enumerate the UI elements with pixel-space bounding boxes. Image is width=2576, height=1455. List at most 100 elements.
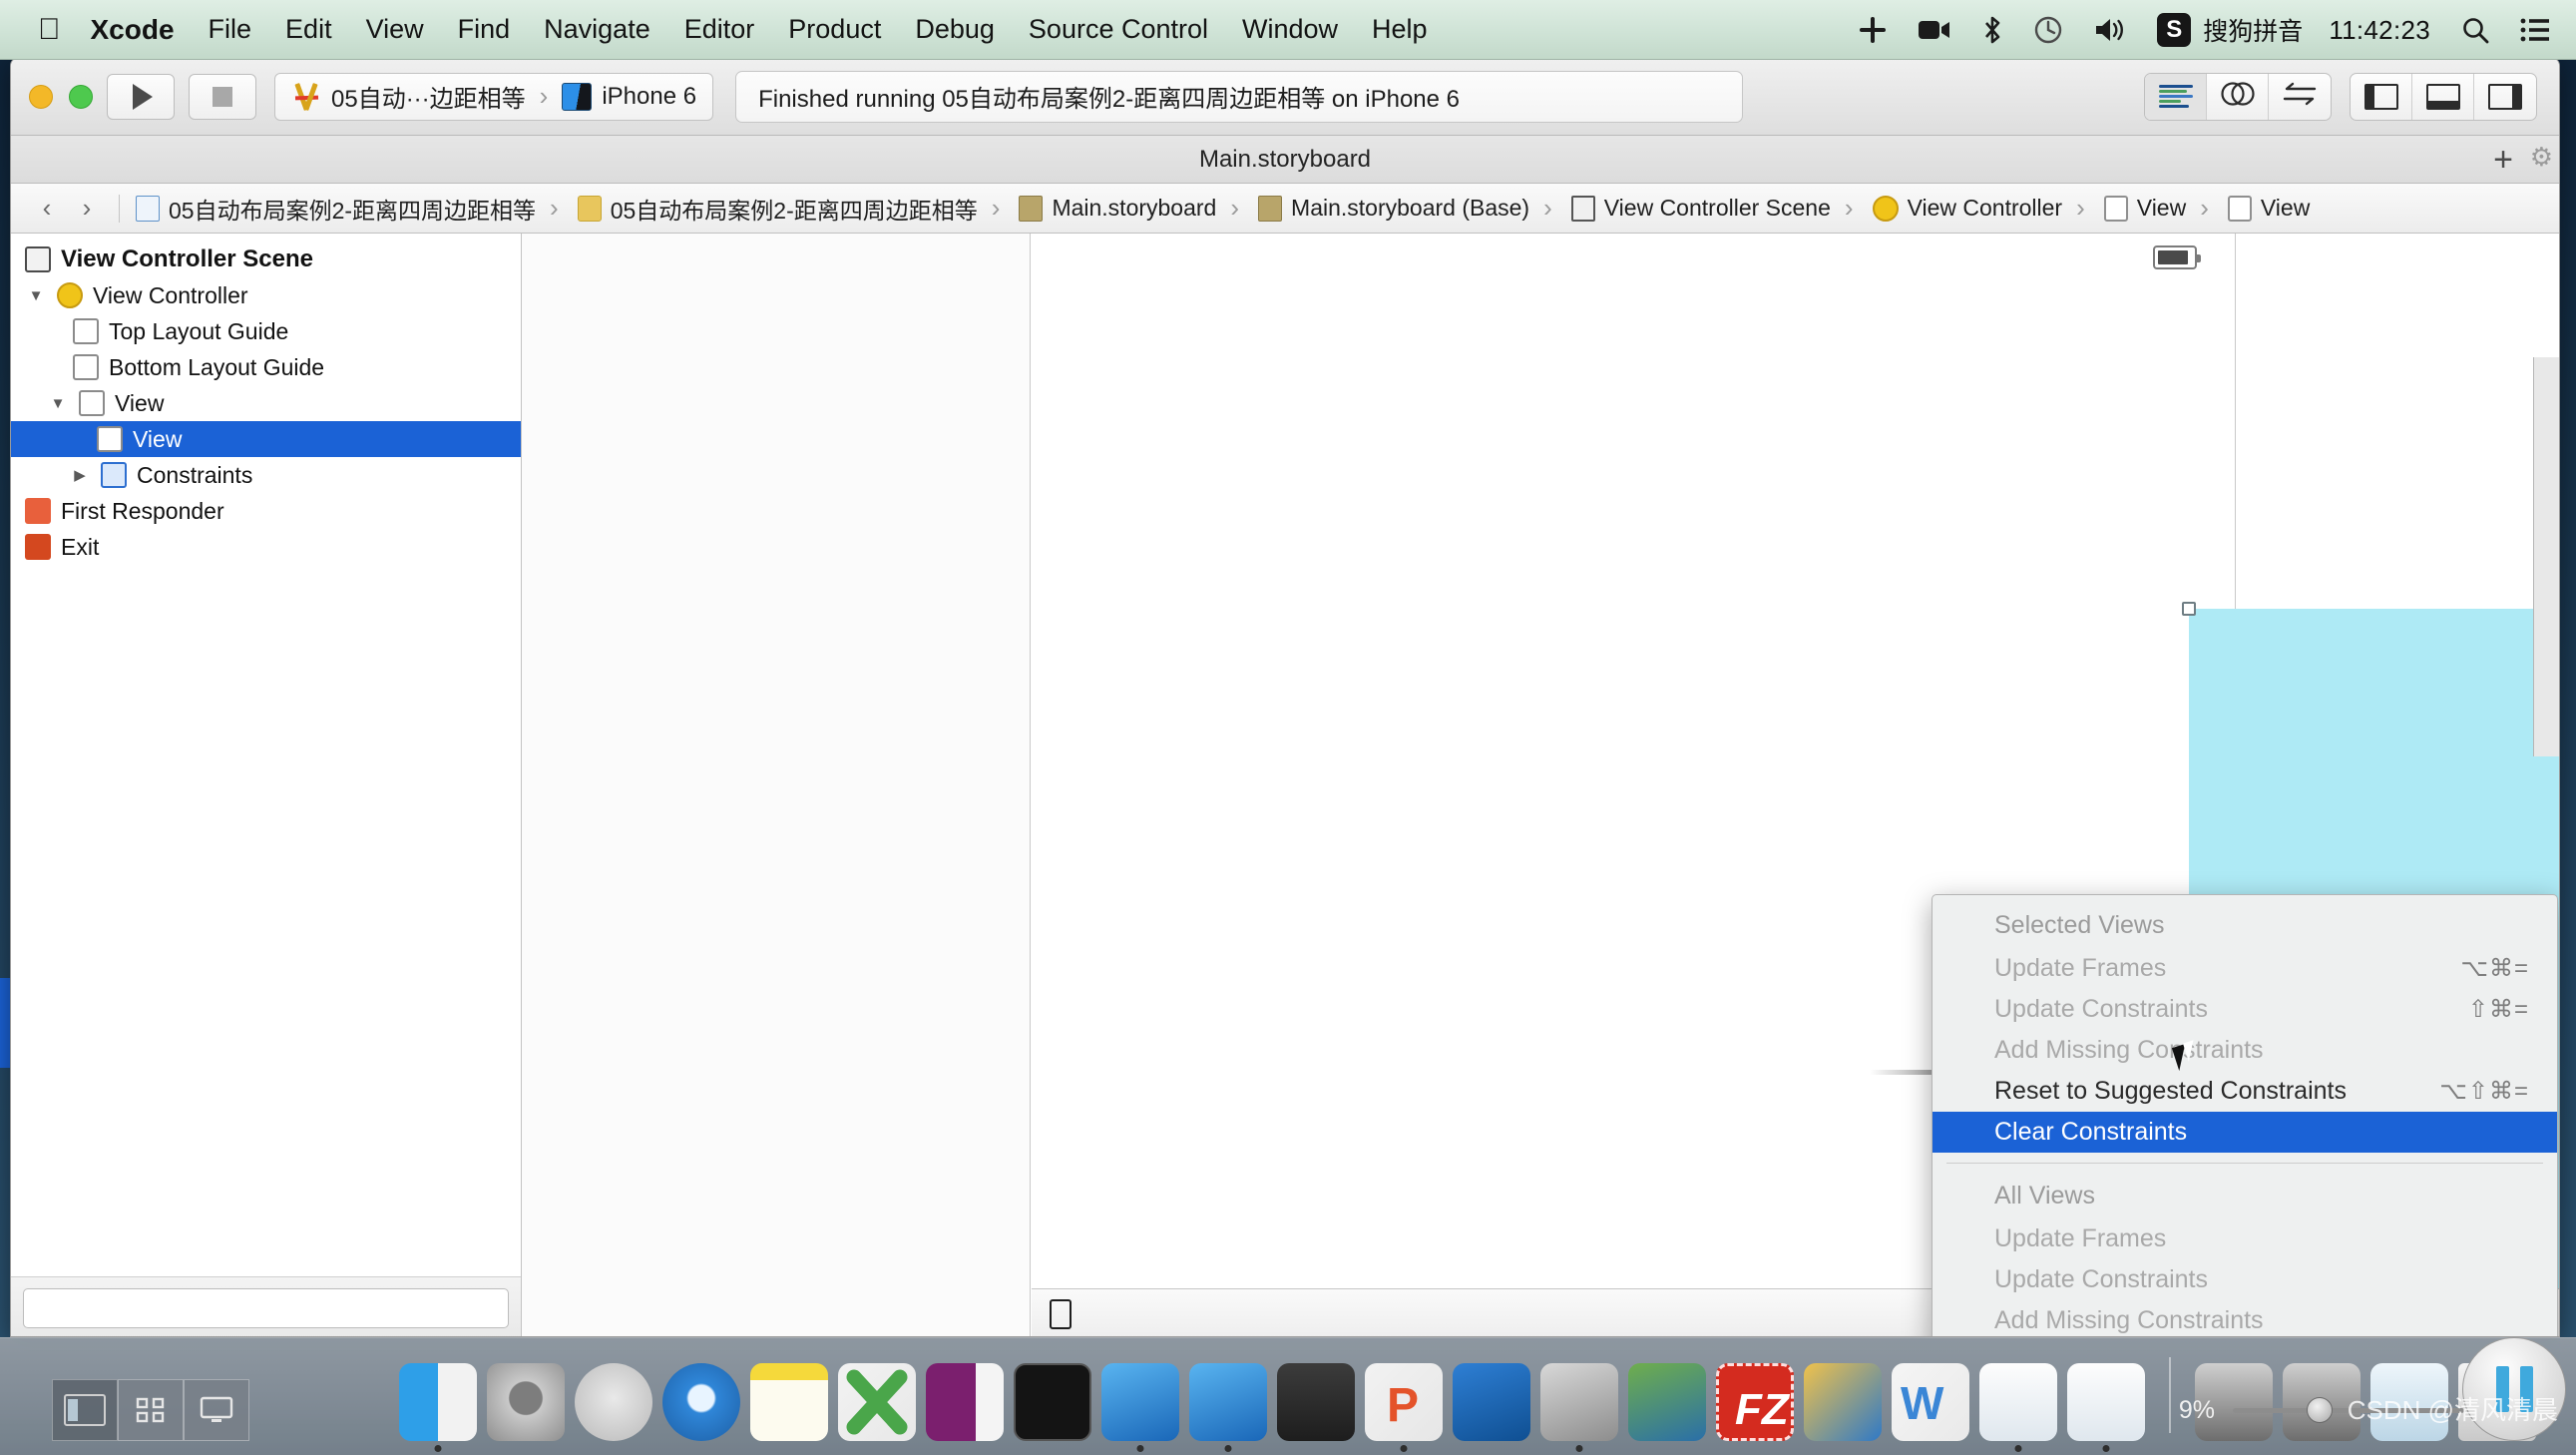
play-icon [133, 83, 153, 110]
version-editor-button[interactable] [2269, 74, 2331, 120]
breadcrumb-item-scene[interactable]: View Controller Scene [1533, 193, 1835, 224]
apple-icon[interactable]:  [38, 14, 61, 45]
assistant-editor-button[interactable] [2207, 73, 2269, 120]
device-icon[interactable] [1050, 1298, 1072, 1329]
menu-item-view[interactable]: View [366, 14, 424, 45]
notes-icon[interactable] [750, 1363, 828, 1441]
xcode-icon[interactable] [1101, 1363, 1179, 1452]
breadcrumb-label: View Controller Scene [1603, 195, 1831, 221]
time-machine-icon[interactable] [2033, 15, 2063, 45]
toggle-navigator-button[interactable] [2351, 73, 2412, 120]
snip-tool-icon[interactable] [1453, 1363, 1530, 1441]
window-thumb-editor[interactable] [52, 1379, 118, 1441]
plus-icon[interactable] [1858, 15, 1888, 45]
menu-item-file[interactable]: File [209, 14, 252, 45]
menu-item-navigate[interactable]: Navigate [544, 14, 650, 45]
sogou-ime-icon[interactable]: S [2157, 13, 2192, 47]
disclosure-open-icon[interactable]: ▼ [47, 395, 69, 412]
quicktime-player-icon[interactable] [1540, 1363, 1618, 1452]
stop-button[interactable] [189, 73, 256, 120]
xcode-beta-icon[interactable] [1189, 1363, 1267, 1452]
outline-item-constraints[interactable]: ▶ Constraints [11, 457, 521, 493]
microsoft-onenote-icon[interactable] [926, 1363, 1004, 1441]
microsoft-word-icon[interactable]: W [1892, 1363, 1969, 1441]
search-input[interactable] [23, 1287, 509, 1328]
system-preferences-icon[interactable] [487, 1363, 565, 1441]
menu-item-debug[interactable]: Debug [915, 14, 995, 45]
outline-item-exit[interactable]: Exit [11, 529, 521, 565]
menu-item-product[interactable]: Product [788, 14, 881, 45]
iphone-simulator-icon[interactable] [1277, 1363, 1355, 1441]
menu-bar-status-items: S 搜狗拼音 11:42:23 [1828, 0, 2576, 60]
navigate-back-button[interactable]: ‹ [27, 193, 67, 224]
outline-item-view-controller[interactable]: ▼ View Controller [11, 277, 521, 313]
menu-item-edit[interactable]: Edit [285, 14, 332, 45]
video-camera-icon[interactable] [1918, 18, 1951, 42]
microsoft-excel-icon[interactable] [838, 1363, 916, 1441]
launchpad-icon[interactable] [575, 1363, 652, 1441]
outline-item-view[interactable]: ▼ View [11, 385, 521, 421]
breadcrumb-item-folder[interactable]: 05自动布局案例2-距离四周边距相等 [540, 192, 982, 226]
menu-item-help[interactable]: Help [1372, 14, 1428, 45]
menu-item-add-missing-constraints-selected[interactable]: Add Missing Constraints [1932, 1030, 2557, 1071]
gear-icon[interactable]: ⚙ [2530, 142, 2553, 173]
minimize-button[interactable] [29, 84, 53, 109]
disclosure-closed-icon[interactable]: ▶ [69, 466, 91, 484]
menu-item-update-constraints-all[interactable]: Update Constraints [1932, 1259, 2557, 1300]
outline-item-top-layout-guide[interactable]: Top Layout Guide [11, 313, 521, 349]
volume-icon[interactable] [2093, 16, 2129, 44]
paintbrush-icon[interactable] [1804, 1363, 1882, 1441]
bluetooth-icon[interactable] [1981, 15, 2003, 45]
menu-item-reset-to-suggested-constraints-selected[interactable]: Reset to Suggested Constraints ⌥⇧⌘= [1932, 1071, 2557, 1112]
terminal-icon[interactable] [1014, 1363, 1091, 1441]
standard-editor-button[interactable] [2145, 73, 2207, 120]
resolve-auto-layout-issues-menu[interactable]: Selected Views Update Frames ⌥⌘= Update … [1932, 894, 2558, 1336]
breadcrumb-item-view-controller[interactable]: View Controller [1835, 193, 2066, 224]
window-thumb-grid[interactable] [118, 1379, 184, 1441]
hbuilder-icon[interactable] [1628, 1363, 1706, 1441]
menu-item-find[interactable]: Find [458, 14, 511, 45]
menu-bar-clock[interactable]: 11:42:23 [2329, 15, 2430, 46]
app-store-icon[interactable] [1979, 1363, 2057, 1452]
breadcrumb-item-subview[interactable]: View [2190, 193, 2314, 224]
breadcrumb-item-storyboard[interactable]: Main.storyboard [982, 193, 1221, 224]
disclosure-open-icon[interactable]: ▼ [25, 287, 47, 304]
toggle-utilities-button[interactable] [2474, 74, 2536, 120]
filezilla-icon[interactable]: FZ [1716, 1363, 1794, 1441]
menu-item-label: Update Constraints [1994, 1265, 2209, 1293]
menu-item-update-frames-selected[interactable]: Update Frames ⌥⌘= [1932, 948, 2557, 989]
list-icon[interactable] [2520, 17, 2550, 43]
breadcrumb-label: 05自动布局案例2-距离四周边距相等 [169, 197, 537, 224]
menu-item-clear-constraints-selected[interactable]: Clear Constraints [1932, 1112, 2557, 1153]
add-tab-button[interactable]: + [2493, 143, 2513, 177]
menu-item-editor[interactable]: Editor [684, 14, 755, 45]
selection-handle-top-left[interactable] [2182, 602, 2196, 616]
breadcrumb-label: 05自动布局案例2-距离四周边距相等 [610, 197, 978, 224]
slider-knob[interactable] [2307, 1397, 2333, 1423]
window-thumb-display[interactable] [184, 1379, 249, 1441]
breadcrumb-item-view[interactable]: View [2066, 193, 2190, 224]
search-icon[interactable] [2460, 15, 2490, 45]
navigate-forward-button[interactable]: › [67, 193, 107, 224]
tab-main-storyboard[interactable]: Main.storyboard [1199, 146, 1371, 174]
outline-item-bottom-layout-guide[interactable]: Bottom Layout Guide [11, 349, 521, 385]
menu-item-add-missing-constraints-all[interactable]: Add Missing Constraints [1932, 1300, 2557, 1336]
breadcrumb-item-project[interactable]: 05自动布局案例2-距离四周边距相等 [132, 192, 540, 226]
toggle-debug-area-button[interactable] [2412, 73, 2474, 120]
outline-item-subview[interactable]: View [11, 421, 521, 457]
menu-item-source-control[interactable]: Source Control [1029, 14, 1208, 45]
app-store-2-icon[interactable] [2067, 1363, 2145, 1452]
menu-item-xcode[interactable]: Xcode [91, 14, 175, 46]
powerpoint-icon[interactable]: P [1365, 1363, 1443, 1452]
canvas-left-gutter [522, 234, 1031, 1336]
safari-icon[interactable] [662, 1363, 740, 1441]
menu-item-update-constraints-selected[interactable]: Update Constraints ⇧⌘= [1932, 989, 2557, 1030]
outline-item-first-responder[interactable]: First Responder [11, 493, 521, 529]
menu-item-window[interactable]: Window [1242, 14, 1338, 45]
menu-item-update-frames-all[interactable]: Update Frames [1932, 1218, 2557, 1259]
breadcrumb-item-storyboard-base[interactable]: Main.storyboard (Base) [1220, 193, 1533, 224]
finder-icon[interactable] [399, 1363, 477, 1452]
run-button[interactable] [107, 73, 175, 120]
scheme-selector[interactable]: 05自动···边距相等 › iPhone 6 [274, 72, 714, 121]
zoom-button[interactable] [69, 84, 93, 109]
